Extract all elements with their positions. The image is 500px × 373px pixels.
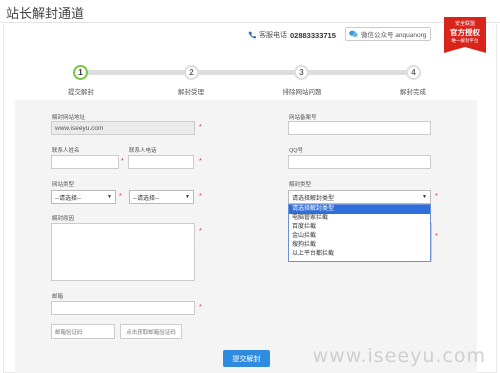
chevron-down-icon: ▼: [422, 194, 427, 200]
site-type-select-1[interactable]: --请选择-- ▼: [51, 190, 116, 204]
unblock-option[interactable]: 搜狗拦截: [289, 241, 430, 250]
unblock-option[interactable]: 请选择解封类型: [289, 205, 430, 214]
chevron-down-icon: ▼: [107, 194, 112, 200]
page-title: 站长解封通道: [6, 6, 85, 21]
email-input[interactable]: [51, 301, 195, 315]
required-marker: *: [435, 233, 438, 240]
email-code-input[interactable]: 邮箱验证码: [51, 324, 115, 339]
contact-name-label: 联系人姓名: [52, 148, 80, 154]
hotline: 客服电话 02883333715: [248, 30, 336, 40]
contact-name-input[interactable]: [51, 155, 119, 169]
unblock-option[interactable]: 金山拦截: [289, 232, 430, 241]
reason-label: 解封原因: [52, 216, 75, 222]
step-4-label: 解封完成: [400, 89, 426, 96]
required-marker: *: [199, 193, 202, 200]
site-type-select-2-value: --请选择--: [133, 195, 159, 202]
email-code-placeholder: 邮箱验证码: [55, 329, 83, 336]
step-1-label: 提交解封: [68, 89, 94, 96]
progress-track: [88, 70, 416, 75]
qq-label: QQ号: [289, 148, 304, 154]
hotline-number: 02883333715: [290, 30, 336, 40]
site-url-input[interactable]: www.iseeyu.com: [51, 121, 195, 135]
site-type-select-1-value: --请选择--: [55, 195, 81, 202]
step-2-circle: 2: [184, 65, 199, 80]
required-marker: *: [121, 158, 124, 165]
email-label: 邮箱: [52, 294, 64, 300]
required-marker: *: [199, 124, 202, 131]
watermark: www.iseeyu.com: [312, 345, 486, 367]
site-url-label: 解封网站地址: [52, 115, 86, 121]
required-marker: *: [199, 304, 202, 311]
step-3-label: 排除网站问题: [282, 89, 322, 96]
unblock-option[interactable]: 以上平台都拦截: [289, 250, 430, 259]
title-divider: [0, 22, 500, 23]
reason-textarea[interactable]: [51, 223, 195, 281]
step-3-circle: 3: [294, 65, 309, 80]
contact-phone-label: 联系人电话: [129, 148, 157, 154]
contact-phone-input[interactable]: [128, 155, 194, 169]
get-email-code-button[interactable]: 点击获取邮箱验证码: [120, 324, 182, 339]
required-marker: *: [199, 158, 202, 165]
hotline-label: 客服电话: [259, 32, 287, 39]
chevron-down-icon: ▼: [185, 194, 190, 200]
badge-line3: 唯一解封平台: [451, 38, 479, 43]
unblock-type-select[interactable]: 请选择解封类型 ▼: [288, 190, 431, 204]
step-1-circle: 1: [73, 65, 88, 80]
step-2-label: 解封受理: [178, 89, 204, 96]
unblock-type-label: 解封类型: [289, 182, 312, 188]
required-marker: *: [435, 193, 438, 200]
badge-line1: 安全联盟: [454, 21, 475, 27]
site-type-select-2[interactable]: --请选择-- ▼: [129, 190, 194, 204]
site-type-label: 网站类型: [52, 182, 75, 188]
wechat-button[interactable]: 微信公众号 anquanorg: [345, 27, 431, 41]
qq-input[interactable]: [288, 155, 431, 169]
unblock-option[interactable]: 电脑管家拦截: [289, 214, 430, 223]
submit-button[interactable]: 提交解封: [223, 350, 270, 367]
icp-label: 网站备案号: [289, 115, 317, 121]
required-marker: *: [119, 193, 122, 200]
step-4-circle: 4: [406, 65, 421, 80]
phone-icon: [248, 31, 256, 39]
icp-input[interactable]: [288, 121, 431, 135]
official-badge: 安全联盟 官方授权 唯一解封平台: [444, 17, 486, 57]
unblock-option[interactable]: 百度拦截: [289, 223, 430, 232]
wechat-label: 微信公众号 anquanorg: [361, 32, 427, 39]
wechat-icon: [349, 30, 358, 37]
unblock-type-value: 请选择解封类型: [292, 195, 335, 202]
required-marker: *: [199, 228, 202, 235]
badge-line2: 官方授权: [450, 28, 480, 37]
unblock-type-dropdown: 请选择解封类型 电脑管家拦截 百度拦截 金山拦截 搜狗拦截 以上平台都拦截: [288, 204, 431, 262]
